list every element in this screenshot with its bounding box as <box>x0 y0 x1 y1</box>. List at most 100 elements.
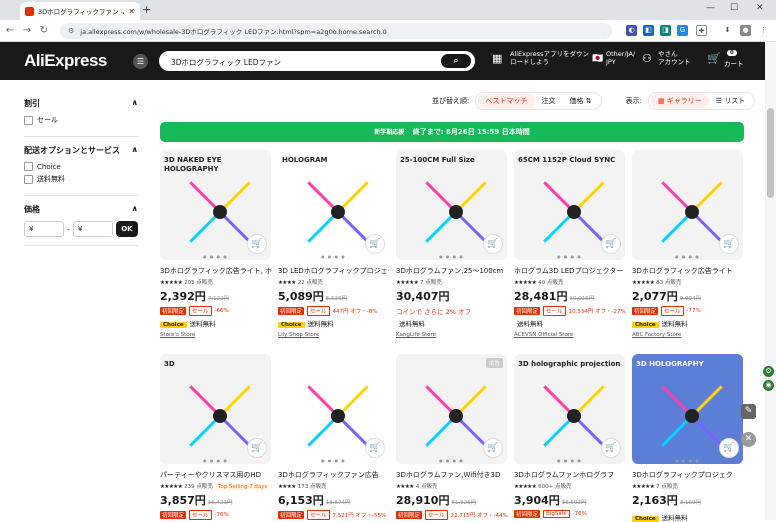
close-tab-icon[interactable]: ✕ <box>128 7 135 16</box>
image-carousel-dots[interactable]: ● ● ● ● <box>278 458 389 463</box>
collapse-icon[interactable]: ∧ <box>132 145 139 156</box>
product-image[interactable]: 🛒 ● ● ● ● <box>632 150 743 260</box>
extension-icon[interactable]: ◐ <box>626 25 637 36</box>
checkbox[interactable] <box>24 115 33 125</box>
product-image[interactable]: 65CM 1152P Cloud SYNC 🛒 ● ● ● ● <box>514 150 625 260</box>
address-bar[interactable]: ⚙ ja.aliexpress.com/w/wholesale-3Dホログラフィ… <box>60 23 612 39</box>
sort-orders[interactable]: 注文 <box>535 94 563 108</box>
product-title[interactable]: 3Dホログラムファンホログラフ <box>514 471 625 480</box>
minimize-icon[interactable]: — <box>706 3 715 13</box>
product-title[interactable]: パーティーやクリスマス用のHD <box>160 471 271 480</box>
product-card[interactable]: 65CM 1152P Cloud SYNC 🛒 ● ● ● ● ホログラム3D LED… <box>514 150 626 338</box>
window-close-icon[interactable]: ✕ <box>756 3 764 13</box>
store-link[interactable]: Store's Store <box>160 332 271 338</box>
image-carousel-dots[interactable]: ● ● ● ● <box>514 254 625 259</box>
download-icon[interactable]: ⬇ <box>722 25 733 36</box>
product-card[interactable]: HOLOGRAM 🛒● ● ● ● 3D LEDホログラフィックプロジェクター ★★★… <box>278 150 389 338</box>
collapse-icon[interactable]: ∧ <box>132 98 139 109</box>
product-image[interactable]: 3D HOLOGRAPHY 🛒 ● ● ● ● <box>632 354 743 464</box>
product-card[interactable]: 3D 🛒 ● ● ● ● パーティーやクリスマス用のHD ★★★★★ 239 点販売 Top… <box>160 354 271 520</box>
product-title[interactable]: 3Dホログラフィックファン広告 <box>278 471 389 480</box>
scrollbar-thumb[interactable] <box>767 108 774 198</box>
back-icon[interactable]: ← <box>3 25 17 36</box>
app-download-link[interactable]: AliExpressアプリをダウン ロードしよう <box>510 50 589 66</box>
sort-price[interactable]: 価格 ⇅ <box>563 94 599 108</box>
store-link[interactable]: ABC Factory Store <box>632 332 743 338</box>
add-to-cart-icon[interactable]: 🛒 <box>601 234 621 254</box>
product-title[interactable]: 3Dホログラフィック広告ライト, ホログラフ <box>160 267 271 276</box>
add-to-cart-icon[interactable]: 🛒 <box>601 438 621 458</box>
account-icon[interactable]: ⚇ <box>642 52 652 65</box>
side-tool-icon[interactable]: ⚙ <box>763 366 774 377</box>
product-title[interactable]: ホログラム3D LEDプロジェクター <box>514 267 625 276</box>
product-title[interactable]: 3Dホログラムファン,25〜100cm <box>396 267 507 276</box>
search-input[interactable]: 3Dホログラフィック LEDファン <box>171 57 281 68</box>
add-to-cart-icon[interactable]: 🛒 <box>719 234 739 254</box>
image-carousel-dots[interactable]: ● ● ● ● <box>160 458 271 463</box>
edit-icon[interactable]: ✎ <box>741 404 756 419</box>
search-button[interactable]: ⌕ <box>441 54 471 68</box>
add-to-cart-icon[interactable]: 🛒 <box>365 438 385 458</box>
add-to-cart-icon[interactable]: 🛒 <box>247 438 267 458</box>
image-carousel-dots[interactable]: ● ● ● ● <box>632 254 743 259</box>
new-tab-icon[interactable]: + <box>142 3 151 16</box>
image-carousel-dots[interactable]: ● ● ● ● <box>278 254 389 259</box>
more-menu-icon[interactable]: ⋮ <box>758 25 769 36</box>
product-image[interactable]: 🛒 ● ● ● ● <box>278 354 389 464</box>
reload-icon[interactable]: ↻ <box>37 25 51 36</box>
puzzle-icon[interactable]: ✚ <box>696 25 707 36</box>
search-box[interactable]: 3Dホログラフィック LEDファン ⌕ <box>159 51 475 71</box>
profile-avatar-icon[interactable]: ● <box>740 25 751 36</box>
account-menu[interactable]: やさん アカウント <box>658 50 691 66</box>
extension-icon[interactable]: ◧ <box>643 25 654 36</box>
choice-filter[interactable]: Choice <box>24 162 138 171</box>
store-link[interactable]: Lily Shop Store <box>278 332 389 338</box>
image-carousel-dots[interactable]: ● ● ● ● <box>514 458 625 463</box>
image-carousel-dots[interactable]: ● ● ● ● <box>396 254 507 259</box>
product-card[interactable]: 広告 🛒 ● ● ● ● 3Dホログラムファン,Wifi付き3D ★★★★ 4 点販売 28… <box>396 354 508 520</box>
product-image[interactable]: 3D NAKED EYE HOLOGRAPHY 🛒 ● ● ● ● <box>160 150 271 260</box>
cart-label[interactable]: カート <box>724 60 744 68</box>
qr-code-icon[interactable]: ▦ <box>492 52 502 65</box>
translate-extension-icon[interactable]: G <box>677 25 688 36</box>
product-card[interactable]: 🛒 ● ● ● ● 3Dホログラフィックファン広告 ★★★★ 173 点販売 6,153円… <box>278 354 389 520</box>
add-to-cart-icon[interactable]: 🛒 <box>483 438 503 458</box>
cart-icon[interactable]: 🛒 <box>707 52 721 65</box>
categories-menu-icon[interactable]: ☰ <box>133 54 148 69</box>
extension-icon[interactable]: ◨ <box>660 25 671 36</box>
add-to-cart-icon[interactable]: 🛒 <box>247 234 267 254</box>
checkbox[interactable] <box>24 162 33 171</box>
image-carousel-dots[interactable]: ● ● ● ● <box>632 458 743 463</box>
min-price-input[interactable]: ¥ <box>24 221 64 237</box>
product-card[interactable]: 3D NAKED EYE HOLOGRAPHY 🛒 ● ● ● ● 3Dホログラフィッ… <box>160 150 271 338</box>
product-image[interactable]: HOLOGRAM 🛒 ● ● ● ● <box>278 150 389 260</box>
image-carousel-dots[interactable]: ● ● ● ● <box>396 458 507 463</box>
sale-filter[interactable]: セール <box>24 115 138 125</box>
aliexpress-logo[interactable]: AliExpress <box>24 51 107 71</box>
product-title[interactable]: 3Dホログラフィックプロジェク <box>632 471 743 480</box>
gallery-view-button[interactable]: ▦ ギャラリー <box>650 94 709 108</box>
product-card[interactable]: 3D holographic projection 🛒 ● ● ● ● 3Dホログラム… <box>514 354 625 518</box>
store-link[interactable]: KangLife Store <box>396 332 507 338</box>
page-scrollbar[interactable] <box>765 42 776 520</box>
product-image[interactable]: 広告 🛒 ● ● ● ● <box>396 354 507 464</box>
collapse-icon[interactable]: ∧ <box>132 204 139 215</box>
product-title[interactable]: 3D LEDホログラフィックプロジェクター <box>278 267 389 276</box>
product-title[interactable]: 3Dホログラフィック広告ライト <box>632 267 743 276</box>
language-currency-selector[interactable]: Other/JA/ JPY <box>606 50 635 66</box>
add-to-cart-icon[interactable]: 🛒 <box>483 234 503 254</box>
max-price-input[interactable]: ¥ <box>72 221 113 237</box>
store-link[interactable]: ACEVSN Official Store <box>514 332 625 338</box>
browser-tab[interactable]: 3Dホログラフィックファン -AliEx ✕ <box>20 2 140 20</box>
promo-banner[interactable]: 新学期応援 終了まで: 8月26日 15:59 日本時間 <box>160 122 744 142</box>
add-to-cart-icon[interactable]: 🛒 <box>719 438 739 458</box>
free-shipping-filter[interactable]: 送料無料 <box>24 174 138 184</box>
japan-flag-icon[interactable]: 🇯🇵 <box>592 54 603 64</box>
side-tool-icon[interactable]: ◉ <box>763 380 774 391</box>
product-card[interactable]: 🛒 ● ● ● ● 3Dホログラフィック広告ライト ★★★★★ 83 点販売 2,077円… <box>632 150 743 338</box>
price-ok-button[interactable]: OK <box>115 221 138 237</box>
checkbox[interactable] <box>24 174 33 184</box>
list-view-button[interactable]: ☰ リスト <box>709 94 753 108</box>
product-card[interactable]: 3D HOLOGRAPHY 🛒 ● ● ● ● 3Dホログラフィックプロジェク ★★★★… <box>632 354 743 522</box>
add-to-cart-icon[interactable]: 🛒 <box>365 234 385 254</box>
